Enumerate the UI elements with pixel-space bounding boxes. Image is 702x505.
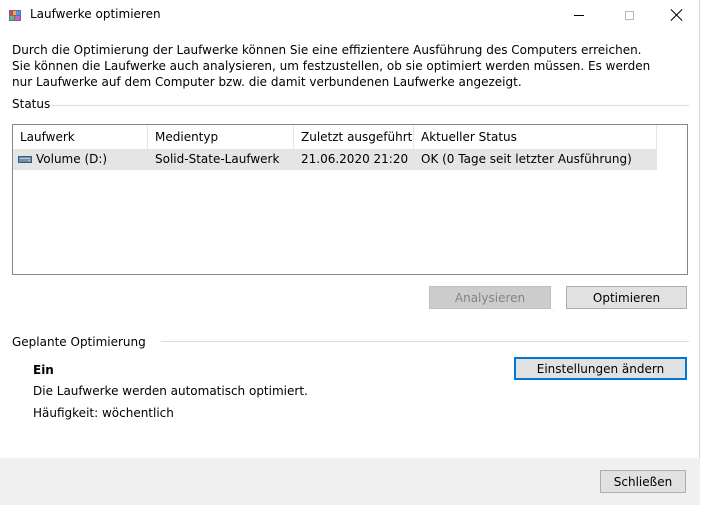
scheduled-section-label: Geplante Optimierung [12,335,146,349]
window-title: Laufwerke optimieren [30,7,161,21]
current-status-cell: OK (0 Tage seit letzter Ausführung) [421,152,632,166]
drives-list[interactable]: Laufwerk Medientyp Zuletzt ausgeführt Ak… [12,124,688,275]
close-button[interactable]: Schließen [600,470,686,493]
scheduled-divider [161,341,689,342]
list-header: Laufwerk Medientyp Zuletzt ausgeführt Ak… [13,125,657,150]
table-row[interactable]: Volume (D:) Solid-State-Laufwerk 21.06.2… [13,149,657,170]
last-run-cell: 21.06.2020 21:20 [301,152,409,166]
close-window-button[interactable] [654,0,700,30]
maximize-icon [624,10,634,20]
dialog-footer: Schließen [0,458,700,505]
drive-cell: Volume (D:) [13,149,148,170]
column-header-last-run[interactable]: Zuletzt ausgeführt [294,125,414,150]
title-bar[interactable]: Laufwerke optimieren [0,0,700,30]
change-settings-button[interactable]: Einstellungen ändern [514,357,687,380]
status-divider [52,105,689,106]
defrag-app-icon [9,10,21,21]
schedule-info: Die Laufwerke werden automatisch optimie… [33,384,308,398]
column-header-media-type[interactable]: Medientyp [148,125,294,150]
drive-name: Volume (D:) [36,152,108,166]
maximize-button [606,0,652,30]
column-header-drive[interactable]: Laufwerk [13,125,148,150]
column-header-current-status[interactable]: Aktueller Status [414,125,657,150]
status-section-label: Status [12,97,51,111]
description-text: Durch die Optimierung der Laufwerke könn… [12,43,651,89]
optimize-button[interactable]: Optimieren [566,286,687,309]
media-type-cell: Solid-State-Laufwerk [155,152,280,166]
schedule-state: Ein [33,363,54,377]
minimize-icon [574,14,584,16]
analyze-button: Analysieren [429,286,551,309]
schedule-frequency: Häufigkeit: wöchentlich [33,406,174,420]
minimize-button[interactable] [556,0,602,30]
drive-icon [18,156,32,163]
close-icon [671,9,683,21]
divider-dot [553,310,554,311]
optimize-drives-window: Laufwerke optimieren Durch die Optimieru… [0,0,700,505]
